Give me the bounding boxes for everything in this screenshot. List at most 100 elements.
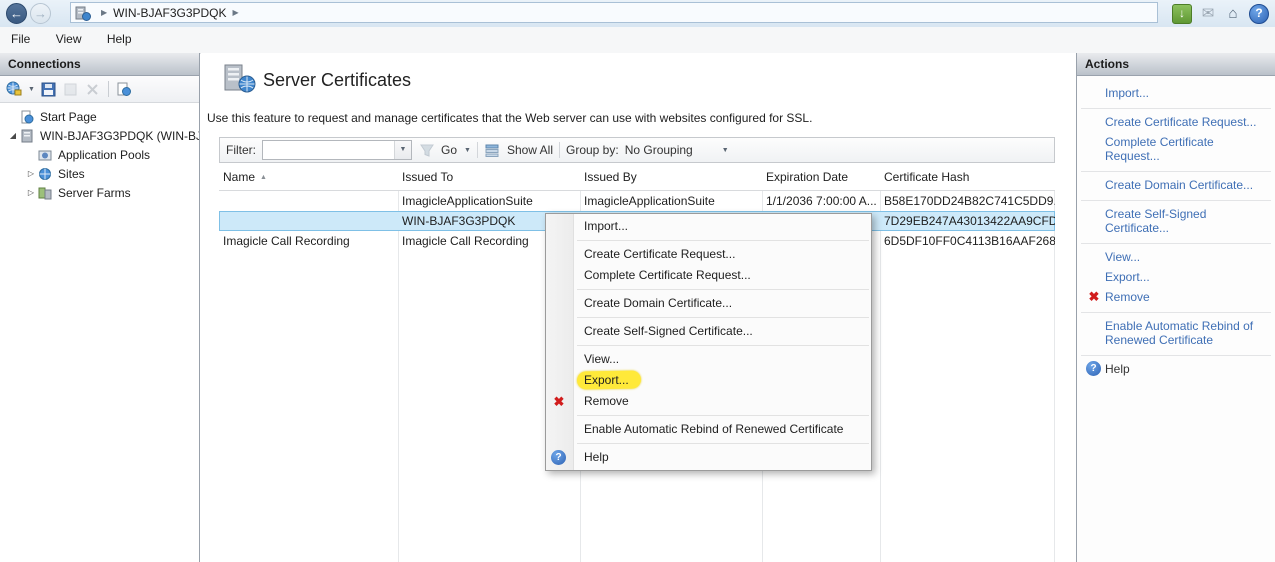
menu-separator bbox=[577, 317, 869, 318]
server-farms-icon bbox=[38, 186, 54, 200]
application-pools-icon bbox=[38, 148, 54, 162]
sites-icon bbox=[38, 167, 54, 181]
expander-collapsed-icon[interactable]: ▷ bbox=[24, 188, 38, 197]
column-header-expiration[interactable]: Expiration Date bbox=[762, 165, 880, 190]
cell-hash: 6D5DF10FF0C4113B16AAF268... bbox=[880, 231, 1055, 251]
context-enable-rebind[interactable]: Enable Automatic Rebind of Renewed Certi… bbox=[546, 419, 871, 440]
action-view[interactable]: View... bbox=[1081, 247, 1271, 267]
context-complete-certificate-request[interactable]: Complete Certificate Request... bbox=[546, 265, 871, 286]
chevron-right-icon: ▶ bbox=[233, 8, 239, 17]
context-menu: Import... Create Certificate Request... … bbox=[545, 213, 872, 471]
action-import[interactable]: Import... bbox=[1081, 83, 1271, 103]
web-platform-icon[interactable]: ↓ bbox=[1172, 4, 1192, 24]
tree-item-label: Application Pools bbox=[58, 148, 150, 162]
menu-separator bbox=[577, 240, 869, 241]
remove-x-icon: ✖ bbox=[551, 394, 567, 410]
remove-connection-icon bbox=[84, 81, 101, 98]
connections-tree: Start Page ◢ WIN-BJAF3G3PDQK (WIN-BJA Ap… bbox=[0, 103, 199, 202]
group-by-dropdown-icon[interactable]: ▼ bbox=[722, 147, 729, 154]
context-remove[interactable]: ✖ Remove bbox=[546, 391, 871, 412]
refresh-icon bbox=[62, 81, 79, 98]
server-icon bbox=[20, 129, 36, 143]
cell-name: Imagicle Call Recording bbox=[219, 231, 398, 251]
menu-separator bbox=[577, 345, 869, 346]
sort-asc-icon: ▲ bbox=[260, 174, 267, 181]
remove-x-icon: ✖ bbox=[1086, 289, 1102, 305]
context-import[interactable]: Import... bbox=[546, 216, 871, 237]
actions-panel: Actions Import... Create Certificate Req… bbox=[1076, 53, 1275, 562]
iis-manager-window: ← → ▶ WIN-BJAF3G3PDQK ▶ ↓ ✉ ⌂ ? File Vie… bbox=[0, 0, 1275, 562]
help-icon: ? bbox=[1086, 361, 1101, 376]
mail-icon[interactable]: ✉ bbox=[1199, 5, 1217, 23]
show-all-button[interactable]: Show All bbox=[507, 143, 553, 157]
cell-issued-by: ImagicleApplicationSuite bbox=[580, 191, 762, 211]
action-create-certificate-request[interactable]: Create Certificate Request... bbox=[1081, 112, 1271, 132]
cell-name bbox=[219, 191, 398, 211]
save-connection-icon[interactable] bbox=[40, 81, 57, 98]
action-help[interactable]: ? Help bbox=[1081, 359, 1271, 379]
menu-view[interactable]: View bbox=[45, 27, 93, 51]
connection-dropdown-icon[interactable]: ▼ bbox=[28, 86, 35, 93]
action-create-self-signed-certificate[interactable]: Create Self-Signed Certificate... bbox=[1081, 204, 1271, 238]
home-icon[interactable]: ⌂ bbox=[1224, 5, 1242, 23]
tree-item-server[interactable]: ◢ WIN-BJAF3G3PDQK (WIN-BJA bbox=[0, 126, 199, 145]
connections-header: Connections bbox=[0, 53, 199, 76]
toolbar-separator bbox=[108, 81, 109, 97]
context-help[interactable]: ? Help bbox=[546, 447, 871, 468]
action-create-domain-certificate[interactable]: Create Domain Certificate... bbox=[1081, 175, 1271, 195]
menu-help[interactable]: Help bbox=[96, 27, 143, 51]
expander-collapsed-icon[interactable]: ▷ bbox=[24, 169, 38, 178]
menu-file[interactable]: File bbox=[0, 27, 41, 51]
context-create-certificate-request[interactable]: Create Certificate Request... bbox=[546, 244, 871, 265]
list-header: Name▲ Issued To Issued By Expiration Dat… bbox=[219, 165, 1055, 191]
actions-header: Actions bbox=[1077, 53, 1275, 76]
forward-button[interactable]: → bbox=[30, 3, 51, 24]
context-create-self-signed-certificate[interactable]: Create Self-Signed Certificate... bbox=[546, 321, 871, 342]
context-export[interactable]: Export... bbox=[546, 370, 871, 391]
server-icon bbox=[75, 6, 91, 20]
tree-item-server-farms[interactable]: ▷ Server Farms bbox=[0, 183, 199, 202]
cell-hash: B58E170DD24B82C741C5DD9... bbox=[880, 191, 1055, 211]
action-enable-rebind[interactable]: Enable Automatic Rebind of Renewed Certi… bbox=[1081, 316, 1271, 350]
menu-separator bbox=[577, 415, 869, 416]
tree-item-label: WIN-BJAF3G3PDQK (WIN-BJA bbox=[40, 129, 199, 143]
column-header-issued-by[interactable]: Issued By bbox=[580, 165, 762, 190]
server-certificates-icon bbox=[221, 63, 257, 98]
column-header-issued-to[interactable]: Issued To bbox=[398, 165, 580, 190]
tree-item-application-pools[interactable]: Application Pools bbox=[0, 145, 199, 164]
toolbar-separator bbox=[559, 142, 560, 158]
chevron-down-icon[interactable]: ▼ bbox=[394, 141, 411, 159]
filter-input[interactable]: ▼ bbox=[262, 140, 412, 160]
connections-panel: Connections ▼ bbox=[0, 53, 200, 562]
column-header-name[interactable]: Name▲ bbox=[219, 165, 398, 190]
tree-item-label: Sites bbox=[58, 167, 85, 181]
tree-item-sites[interactable]: ▷ Sites bbox=[0, 164, 199, 183]
go-funnel-icon bbox=[418, 142, 435, 159]
expander-expanded-icon[interactable]: ◢ bbox=[6, 131, 20, 140]
cell-expiration: 1/1/2036 7:00:00 A... bbox=[762, 191, 880, 211]
menu-separator bbox=[577, 443, 869, 444]
tree-item-start-page[interactable]: Start Page bbox=[0, 107, 199, 126]
breadcrumb[interactable]: ▶ WIN-BJAF3G3PDQK ▶ bbox=[70, 2, 1158, 23]
go-dropdown-icon[interactable]: ▼ bbox=[464, 147, 471, 154]
action-export[interactable]: Export... bbox=[1081, 267, 1271, 287]
tree-item-label: Server Farms bbox=[58, 186, 131, 200]
context-view[interactable]: View... bbox=[546, 349, 871, 370]
column-header-hash[interactable]: Certificate Hash bbox=[880, 165, 1055, 190]
chevron-right-icon: ▶ bbox=[101, 8, 107, 17]
show-all-icon bbox=[484, 142, 501, 159]
connections-toolbar: ▼ bbox=[0, 76, 199, 103]
help-icon: ? bbox=[551, 450, 566, 465]
back-button[interactable]: ← bbox=[6, 3, 27, 24]
group-by-select[interactable]: No Grouping bbox=[625, 143, 715, 157]
help-icon[interactable]: ? bbox=[1249, 4, 1269, 24]
start-page-icon[interactable] bbox=[116, 81, 133, 98]
go-button[interactable]: Go bbox=[441, 143, 457, 157]
table-row[interactable]: ImagicleApplicationSuite ImagicleApplica… bbox=[219, 191, 1055, 211]
context-create-domain-certificate[interactable]: Create Domain Certificate... bbox=[546, 293, 871, 314]
action-complete-certificate-request[interactable]: Complete Certificate Request... bbox=[1081, 132, 1271, 166]
breadcrumb-server[interactable]: WIN-BJAF3G3PDQK bbox=[113, 6, 226, 20]
create-connection-icon[interactable] bbox=[5, 81, 22, 98]
action-remove[interactable]: ✖ Remove bbox=[1081, 287, 1271, 307]
cell-hash: 7D29EB247A43013422AA9CFD... bbox=[880, 211, 1055, 231]
